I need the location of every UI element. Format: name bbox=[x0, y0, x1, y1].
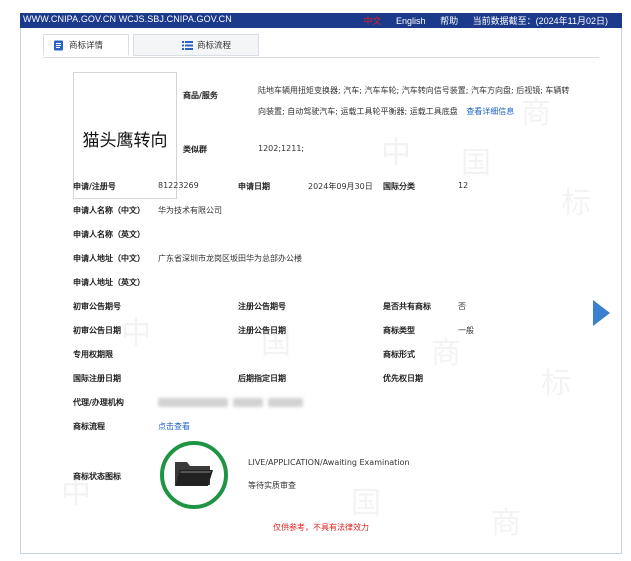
document-icon bbox=[54, 40, 63, 51]
watermark-char: 国 bbox=[461, 138, 491, 182]
status-en: LIVE/APPLICATION/Awaiting Examination bbox=[248, 458, 410, 467]
watermark-char: 中 bbox=[121, 308, 151, 352]
agent-redacted bbox=[158, 398, 228, 407]
reg-no-label: 申请/注册号 bbox=[73, 182, 116, 191]
top-bar: WWW.CNIPA.GOV.CN WCJS.SBJ.CNIPA.GOV.CN 中… bbox=[20, 13, 622, 28]
address-cn-value: 广东省深圳市龙岗区坂田华为总部办公楼 bbox=[158, 254, 302, 263]
intl-class-value: 12 bbox=[458, 181, 469, 190]
folder-icon bbox=[175, 462, 213, 486]
exclusive-label: 专用权期限 bbox=[73, 350, 113, 359]
mark-type-value: 一般 bbox=[458, 326, 474, 335]
shared-label: 是否共有商标 bbox=[383, 302, 431, 311]
address-en-label: 申请人地址（英文） bbox=[73, 278, 145, 287]
watermark-char: 中 bbox=[381, 128, 411, 172]
goods-services: 陆地车辆用扭矩变换器; 汽车; 汽车车轮; 汽车转向信号装置; 汽车方向盘; 后… bbox=[258, 80, 576, 122]
reg-pub-no-label: 注册公告期号 bbox=[238, 302, 286, 311]
similar-group-value: 1202;1211; bbox=[258, 144, 305, 153]
applicant-en-label: 申请人名称（英文） bbox=[73, 230, 145, 239]
watermark-char: 商 bbox=[491, 498, 521, 542]
agent-label: 代理/办理机构 bbox=[73, 398, 124, 407]
later-date-label: 后期指定日期 bbox=[238, 374, 286, 383]
intl-class-label: 国际分类 bbox=[383, 182, 415, 191]
intl-reg-date-label: 国际注册日期 bbox=[73, 374, 121, 383]
lang-chinese-link[interactable]: 中文 bbox=[364, 16, 382, 26]
watermark-char: 国 bbox=[351, 478, 381, 522]
address-cn-label: 申请人地址（中文） bbox=[73, 254, 145, 263]
priority-label: 优先权日期 bbox=[383, 374, 423, 383]
trademark-image: 猫头鹰转向 bbox=[73, 72, 177, 199]
detail-panel: 中 国 商 标 中 国 商 标 中 国 商 商标详情 商标流程 猫 bbox=[20, 28, 622, 554]
tab-trademark-process[interactable]: 商标流程 bbox=[133, 34, 259, 56]
agent-redacted bbox=[268, 398, 303, 407]
prelim-no-label: 初审公告期号 bbox=[73, 302, 121, 311]
reg-no-value: 81223269 bbox=[158, 181, 199, 190]
next-arrow-icon[interactable] bbox=[593, 300, 610, 326]
data-date: 当前数据截至：(2024年11月02日) bbox=[472, 16, 608, 26]
agent-redacted bbox=[233, 398, 263, 407]
tab-label: 商标详情 bbox=[69, 41, 104, 51]
status-cn: 等待实质审查 bbox=[248, 481, 296, 490]
app-date-value: 2024年09月30日 bbox=[308, 182, 373, 191]
list-icon bbox=[182, 41, 193, 50]
prelim-date-label: 初审公告日期 bbox=[73, 326, 121, 335]
app-date-label: 申请日期 bbox=[238, 182, 270, 191]
goods-value: 陆地车辆用扭矩变换器; 汽车; 汽车车轮; 汽车转向信号装置; 汽车方向盘; 后… bbox=[258, 86, 570, 116]
process-view-link[interactable]: 点击查看 bbox=[158, 421, 190, 432]
watermark-char: 标 bbox=[561, 178, 591, 222]
mark-form-label: 商标形式 bbox=[383, 350, 415, 359]
reg-pub-date-label: 注册公告日期 bbox=[238, 326, 286, 335]
watermark-char: 商 bbox=[431, 328, 461, 372]
lang-english-link[interactable]: English bbox=[396, 16, 426, 26]
similar-group-label: 类似群 bbox=[183, 145, 207, 154]
status-label: 商标状态图标 bbox=[73, 472, 121, 481]
help-link[interactable]: 帮助 bbox=[440, 16, 458, 26]
status-badge bbox=[160, 441, 228, 509]
watermark-char: 标 bbox=[541, 358, 571, 402]
goods-detail-link[interactable]: 查看详细信息 bbox=[466, 107, 514, 116]
applicant-cn-value: 华为技术有限公司 bbox=[158, 206, 222, 215]
shared-value: 否 bbox=[458, 302, 466, 311]
tab-divider bbox=[43, 57, 599, 58]
tab-label: 商标流程 bbox=[197, 41, 232, 51]
goods-label: 商品/服务 bbox=[183, 91, 218, 100]
tab-trademark-detail[interactable]: 商标详情 bbox=[43, 34, 129, 56]
process-label: 商标流程 bbox=[73, 422, 105, 431]
mark-type-label: 商标类型 bbox=[383, 326, 415, 335]
trademark-mark-text: 猫头鹰转向 bbox=[82, 131, 168, 151]
site-urls: WWW.CNIPA.GOV.CN WCJS.SBJ.CNIPA.GOV.CN bbox=[23, 14, 232, 24]
applicant-cn-label: 申请人名称（中文） bbox=[73, 206, 145, 215]
disclaimer: 仅供参考，不具有法律效力 bbox=[273, 523, 369, 532]
